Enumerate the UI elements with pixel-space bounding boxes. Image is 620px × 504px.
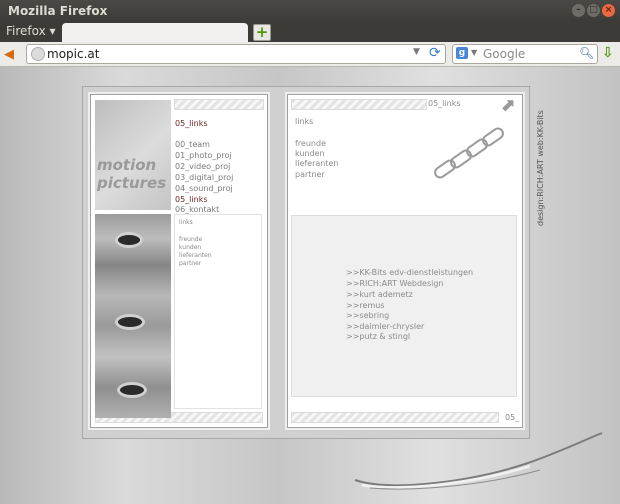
url-text[interactable]: mopic.at — [47, 47, 99, 61]
left-box-item[interactable]: kunden — [179, 244, 201, 251]
tab-active[interactable] — [62, 23, 248, 42]
nav-item-team[interactable]: 00_team — [175, 140, 210, 149]
nav-item-sound-proj[interactable]: 04_sound_proj — [175, 184, 233, 193]
logo-image: motion pictures — [95, 100, 171, 210]
right-heading: links — [295, 117, 314, 126]
download-icon[interactable]: ⇩ — [602, 45, 614, 61]
link-item[interactable]: >>sebring — [346, 311, 389, 320]
search-bar[interactable]: g ▼ Google 🔍︎ — [452, 44, 598, 64]
search-engine-dropdown-icon[interactable]: ▼ — [471, 48, 477, 57]
search-input[interactable]: Google — [483, 47, 525, 61]
navigation-bar: ◀ mopic.at ▼ ⟳ g ▼ Google 🔍︎ ⇩ — [0, 42, 620, 67]
eye-shape — [117, 382, 147, 398]
left-box-item[interactable]: freunde — [179, 236, 202, 243]
eye-shape — [115, 232, 143, 248]
title-bar: Mozilla Firefox – □ × — [0, 0, 620, 22]
right-item[interactable]: freunde — [295, 139, 326, 148]
reload-icon[interactable]: ⟳ — [429, 45, 441, 61]
minimize-icon[interactable]: – — [572, 4, 585, 17]
back-arrow-icon[interactable]: ◀ — [4, 47, 14, 62]
right-header: 05_links — [428, 99, 461, 108]
right-item[interactable]: lieferanten — [295, 159, 339, 168]
page-number: 05_ — [505, 413, 520, 422]
maximize-icon[interactable]: □ — [587, 4, 600, 17]
new-tab-button[interactable]: + — [253, 24, 271, 41]
right-item[interactable]: kunden — [295, 149, 325, 158]
nav-item-links[interactable]: 05_links — [175, 195, 208, 204]
close-icon[interactable]: × — [602, 4, 615, 17]
left-heading: 05_links — [175, 119, 208, 128]
nav-item-digital-proj[interactable]: 03_digital_proj — [175, 173, 233, 182]
nav-item-video-proj[interactable]: 02_video_proj — [175, 162, 230, 171]
left-box-item[interactable]: partner — [179, 260, 201, 267]
window-title: Mozilla Firefox — [8, 4, 108, 18]
link-item[interactable]: >>remus — [346, 301, 384, 310]
links-box — [291, 215, 517, 397]
eyes-photo — [95, 214, 171, 418]
stripe-top-left — [174, 99, 264, 110]
link-item[interactable]: >>kurt ademetz — [346, 290, 413, 299]
right-item[interactable]: partner — [295, 170, 325, 179]
left-box-item[interactable]: lieferanten — [179, 252, 212, 259]
search-icon[interactable]: 🔍︎ — [579, 46, 594, 60]
google-icon[interactable]: g — [456, 47, 468, 59]
credits-text: design:RICH:ART web:KK-Bits — [536, 110, 545, 226]
eye-shape — [115, 314, 145, 330]
link-item[interactable]: >>putz & stingl — [346, 332, 410, 341]
stripe-bottom-right — [291, 412, 499, 423]
nav-item-kontakt[interactable]: 06_kontakt — [175, 205, 219, 214]
url-bar[interactable]: mopic.at ▼ ⟳ — [26, 44, 446, 64]
globe-icon — [31, 47, 45, 61]
chain-icon — [434, 127, 504, 179]
link-item[interactable]: >>daimler-chrysler — [346, 322, 424, 331]
link-item[interactable]: >>RICH:ART Webdesign — [346, 279, 443, 288]
stripe-top-right — [291, 99, 427, 110]
arrow-northeast-icon[interactable]: ⬈ — [500, 95, 515, 116]
link-item[interactable]: >>KK-Bits edv-dienstleistungen — [346, 268, 473, 277]
firefox-menu[interactable]: Firefox ▾ — [6, 24, 56, 38]
url-dropdown-icon[interactable]: ▼ — [413, 47, 420, 57]
swoosh-decoration — [354, 432, 603, 490]
nav-item-photo-proj[interactable]: 01_photo_proj — [175, 151, 232, 160]
logo: motion pictures — [97, 156, 167, 192]
left-box-heading: links — [179, 219, 193, 226]
